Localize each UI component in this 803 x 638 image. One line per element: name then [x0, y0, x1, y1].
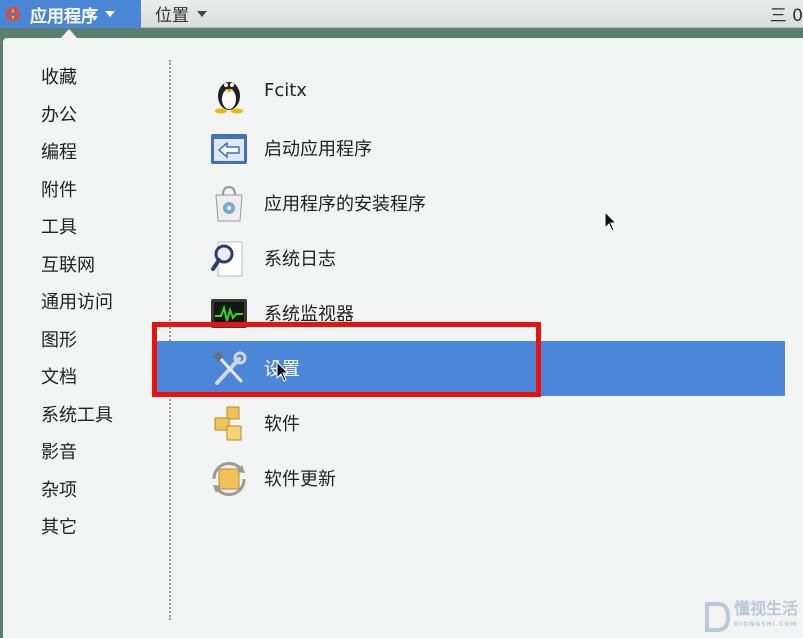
- application-list: Fcitx 启动应用程序 应用程序的安装程序 系统日志 系统监视器 软件 软件更…: [155, 66, 785, 506]
- app-item-fcitx[interactable]: Fcitx: [155, 66, 785, 121]
- category-item[interactable]: 办公: [41, 100, 113, 138]
- top-panel: 应用程序 位置 三 0: [0, 0, 803, 28]
- category-item[interactable]: 文档: [41, 362, 113, 400]
- category-item[interactable]: 附件: [41, 175, 113, 213]
- applications-menu-label: 应用程序: [30, 6, 98, 27]
- app-item-label: 启动应用程序: [264, 139, 372, 160]
- category-item[interactable]: 通用访问: [41, 287, 113, 325]
- chevron-down-icon: [105, 11, 115, 17]
- app-item-app-installer[interactable]: 应用程序的安装程序: [155, 176, 785, 231]
- annotation-highlight-box: [152, 322, 541, 397]
- places-menu-button[interactable]: 位置: [155, 0, 207, 27]
- watermark-text: 懂视生活 DIONGSHI.COM: [734, 601, 798, 633]
- penguin-icon: [215, 82, 243, 114]
- category-item[interactable]: 工具: [41, 212, 113, 250]
- app-item-label: 软件更新: [264, 469, 336, 490]
- software-update-icon: [212, 461, 246, 497]
- category-item[interactable]: 杂项: [41, 475, 113, 513]
- places-menu-label: 位置: [155, 6, 189, 26]
- watermark-subtext: DIONGSHI.COM: [734, 621, 798, 628]
- mouse-cursor-icon: [276, 361, 290, 382]
- app-item-label: 系统日志: [264, 249, 336, 270]
- category-item[interactable]: 互联网: [41, 250, 113, 288]
- app-item-label: 应用程序的安装程序: [264, 194, 426, 215]
- gnome-foot-icon: [6, 7, 20, 21]
- category-item[interactable]: 影音: [41, 437, 113, 475]
- startup-apps-icon: [211, 134, 247, 164]
- category-item[interactable]: 收藏: [41, 62, 113, 100]
- menu-pointer-arrow: [61, 29, 77, 38]
- watermark: 懂视生活 DIONGSHI.COM: [704, 600, 798, 634]
- app-item-label: Fcitx: [264, 80, 307, 101]
- category-item[interactable]: 编程: [41, 137, 113, 175]
- tray-text: 三 0: [769, 6, 803, 26]
- app-item-startup-applications[interactable]: 启动应用程序: [155, 121, 785, 176]
- applications-menu-button[interactable]: 应用程序: [0, 0, 141, 28]
- watermark-logo-icon: [705, 602, 730, 632]
- category-item[interactable]: 其它: [41, 512, 113, 550]
- category-item[interactable]: 图形: [41, 325, 113, 363]
- mouse-cursor-icon: [604, 211, 618, 232]
- software-icon: [214, 406, 242, 441]
- log-viewer-icon: [211, 241, 243, 277]
- category-item[interactable]: 系统工具: [41, 400, 113, 438]
- chevron-down-icon: [197, 10, 207, 17]
- app-installer-icon: [215, 185, 243, 222]
- watermark-title: 懂视生活: [734, 599, 799, 618]
- category-list: 收藏 办公 编程 附件 工具 互联网 通用访问 图形 文档 系统工具 影音 杂项…: [41, 62, 113, 550]
- panel-tray[interactable]: 三 0: [770, 0, 803, 27]
- app-item-system-log[interactable]: 系统日志: [155, 231, 785, 286]
- app-item-software-update[interactable]: 软件更新: [155, 451, 785, 506]
- app-item-label: 软件: [264, 414, 300, 435]
- app-item-software[interactable]: 软件: [155, 396, 785, 451]
